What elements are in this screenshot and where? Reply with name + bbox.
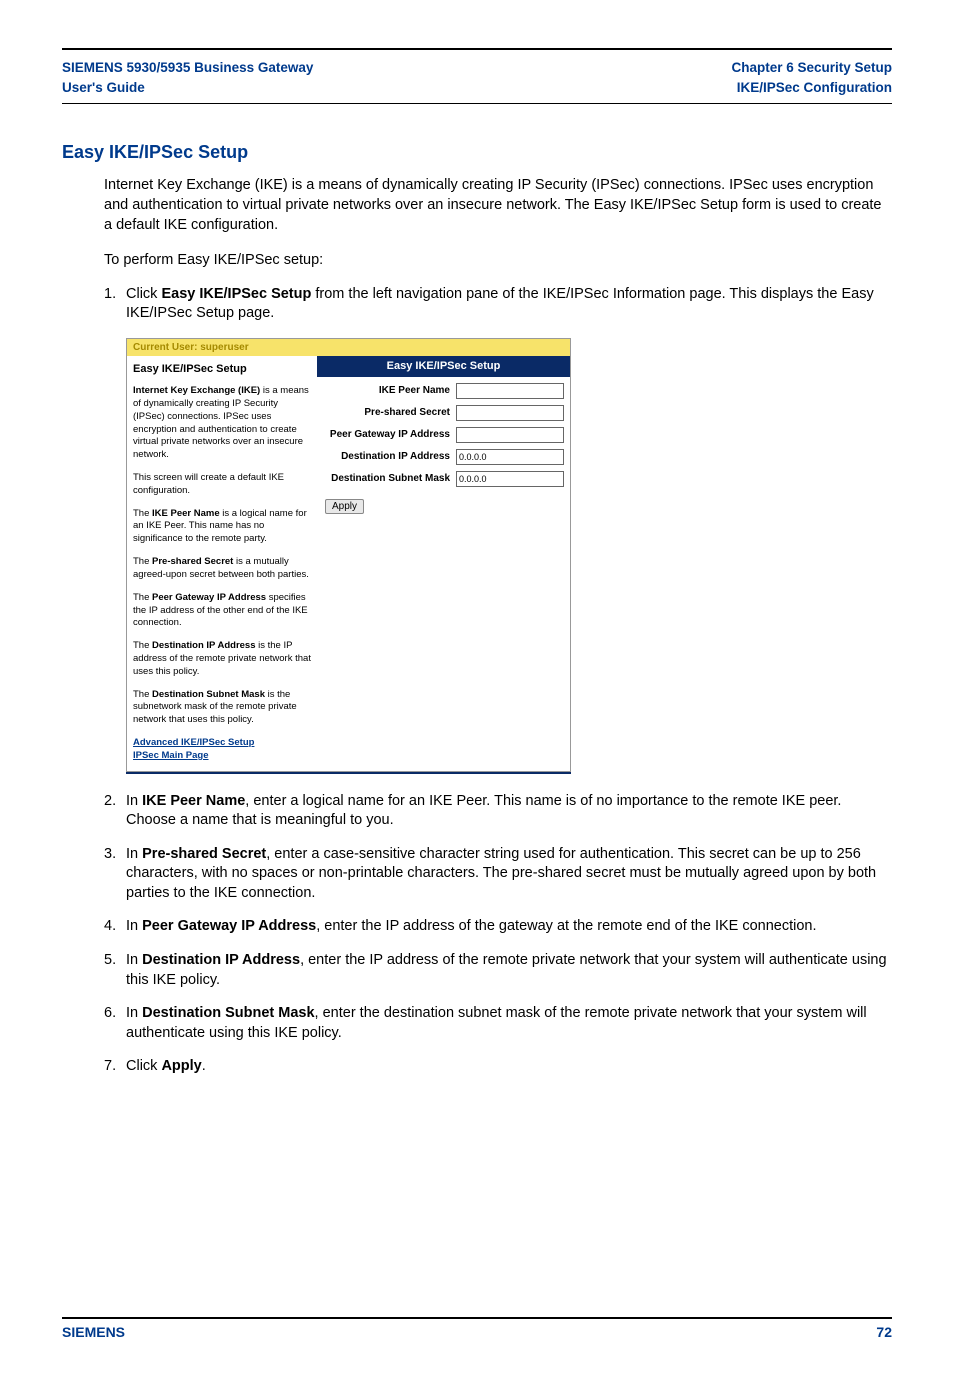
side-bold: Peer Gateway IP Address <box>152 592 266 603</box>
label-destination-mask: Destination Subnet Mask <box>323 472 456 486</box>
link-advanced-setup[interactable]: Advanced IKE/IPSec Setup <box>133 737 311 750</box>
step-text: In <box>126 793 142 809</box>
side-text: The <box>133 640 152 651</box>
embedded-screenshot: Current User: superuser Easy IKE/IPSec S… <box>126 338 571 774</box>
step-bold: Destination Subnet Mask <box>142 1005 314 1021</box>
step-bold: Easy IKE/IPSec Setup <box>161 286 311 302</box>
label-preshared-secret: Pre-shared Secret <box>323 406 456 420</box>
intro-lead: To perform Easy IKE/IPSec setup: <box>104 251 892 271</box>
step-2: 2. In IKE Peer Name, enter a logical nam… <box>104 792 892 831</box>
step-number: 6. <box>104 1004 126 1043</box>
embed-side-title: Easy IKE/IPSec Setup <box>133 362 311 377</box>
link-ipsec-main[interactable]: IPSec Main Page <box>133 750 311 763</box>
input-peer-gateway-ip[interactable] <box>456 427 564 443</box>
step-bold: IKE Peer Name <box>142 793 245 809</box>
header-chapter: Chapter 6 Security Setup <box>731 58 892 78</box>
step-number: 5. <box>104 951 126 990</box>
step-bold: Apply <box>161 1058 201 1074</box>
step-text: Click <box>126 286 161 302</box>
side-text: The <box>133 508 152 519</box>
page-number: 72 <box>876 1323 892 1342</box>
side-bold: Pre-shared Secret <box>152 556 233 567</box>
input-preshared-secret[interactable] <box>456 405 564 421</box>
step-1: 1. Click Easy IKE/IPSec Setup from the l… <box>104 285 892 324</box>
step-number: 4. <box>104 917 126 937</box>
side-bold: Destination Subnet Mask <box>152 689 265 700</box>
side-bold: IKE Peer Name <box>152 508 220 519</box>
step-bold: Pre-shared Secret <box>142 846 266 862</box>
step-6: 6. In Destination Subnet Mask, enter the… <box>104 1004 892 1043</box>
step-bold: Peer Gateway IP Address <box>142 918 316 934</box>
step-text: Click <box>126 1058 161 1074</box>
step-3: 3. In Pre-shared Secret, enter a case-se… <box>104 845 892 904</box>
side-text: The <box>133 689 152 700</box>
step-number: 3. <box>104 845 126 904</box>
step-bold: Destination IP Address <box>142 952 300 968</box>
apply-button[interactable]: Apply <box>325 499 364 514</box>
side-text: The <box>133 556 152 567</box>
step-text: , enter the IP address of the gateway at… <box>316 918 816 934</box>
step-text: . <box>202 1058 206 1074</box>
embed-sidebar: Easy IKE/IPSec Setup Internet Key Exchan… <box>127 356 317 770</box>
current-user-bar: Current User: superuser <box>126 338 571 357</box>
step-number: 1. <box>104 285 126 324</box>
label-ike-peer-name: IKE Peer Name <box>323 384 456 398</box>
step-5: 5. In Destination IP Address, enter the … <box>104 951 892 990</box>
input-ike-peer-name[interactable] <box>456 383 564 399</box>
intro-paragraph: Internet Key Exchange (IKE) is a means o… <box>104 176 892 235</box>
header-product: SIEMENS 5930/5935 Business Gateway <box>62 58 313 78</box>
side-text: is a means of dynamically creating IP Se… <box>133 385 309 460</box>
header-section: IKE/IPSec Configuration <box>731 78 892 98</box>
section-heading: Easy IKE/IPSec Setup <box>62 140 892 164</box>
side-bold: Internet Key Exchange (IKE) <box>133 385 260 396</box>
step-number: 2. <box>104 792 126 831</box>
label-peer-gateway-ip: Peer Gateway IP Address <box>323 428 456 442</box>
step-text: In <box>126 1005 142 1021</box>
embed-form: Easy IKE/IPSec Setup IKE Peer Name Pre-s… <box>317 356 570 770</box>
step-text: In <box>126 846 142 862</box>
input-destination-mask[interactable] <box>456 471 564 487</box>
step-4: 4. In Peer Gateway IP Address, enter the… <box>104 917 892 937</box>
step-7: 7. Click Apply. <box>104 1057 892 1077</box>
header-guide: User's Guide <box>62 78 313 98</box>
page-header: SIEMENS 5930/5935 Business Gateway User'… <box>62 58 892 103</box>
page-footer: SIEMENS 72 <box>62 1323 892 1342</box>
footer-brand: SIEMENS <box>62 1323 125 1342</box>
embed-form-title: Easy IKE/IPSec Setup <box>317 356 570 377</box>
step-text: In <box>126 918 142 934</box>
side-text: This screen will create a default IKE co… <box>133 472 311 498</box>
input-destination-ip[interactable] <box>456 449 564 465</box>
step-text: In <box>126 952 142 968</box>
side-bold: Destination IP Address <box>152 640 255 651</box>
step-number: 7. <box>104 1057 126 1077</box>
side-text: The <box>133 592 152 603</box>
label-destination-ip: Destination IP Address <box>323 450 456 464</box>
